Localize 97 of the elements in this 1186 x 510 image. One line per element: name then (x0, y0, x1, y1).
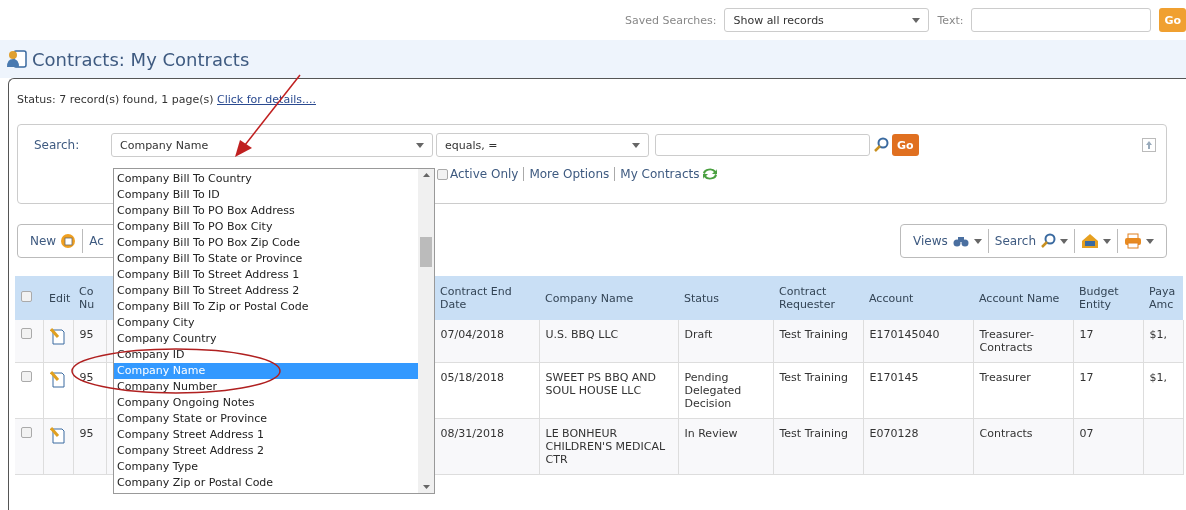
search-icon (873, 137, 889, 153)
operator-select[interactable]: equals, = (436, 133, 649, 157)
table-cell: E170145040 (863, 320, 973, 363)
dropdown-option[interactable]: Company Bill To PO Box Zip Code (114, 235, 418, 251)
column-header[interactable]: Paya Amc (1143, 276, 1183, 320)
active-only-checkbox[interactable] (437, 168, 448, 180)
row-checkbox[interactable] (21, 371, 32, 382)
table-cell: 17 (1073, 362, 1143, 419)
toolbar-button[interactable]: Views (907, 229, 988, 253)
table-cell: 95 (73, 418, 106, 475)
table-cell: Treasurer (973, 362, 1073, 419)
table-cell: U.S. BBQ LLC (539, 320, 678, 363)
contracts-icon (6, 48, 28, 70)
dropdown-option[interactable]: Company Bill To PO Box Address (114, 203, 418, 219)
dropdown-option[interactable]: Company Street Address 1 (114, 427, 418, 443)
table-cell: 07 (1073, 418, 1143, 475)
text-input[interactable] (971, 8, 1152, 32)
table-cell: Test Training (773, 320, 863, 363)
dropdown-option[interactable]: Company Ongoing Notes (114, 395, 418, 411)
house-icon (1081, 233, 1099, 249)
table-cell: E170145 (863, 362, 973, 419)
dropdown-option[interactable]: Company Type (114, 459, 418, 475)
table-cell: Treasurer-Contracts (973, 320, 1073, 363)
dropdown-option[interactable]: Company Street Address 2 (114, 443, 418, 459)
scroll-down-icon[interactable] (422, 485, 430, 489)
caret-icon (1103, 238, 1111, 244)
dropdown-option[interactable]: Company State or Province (114, 411, 418, 427)
dropdown-option[interactable]: Company Zip or Postal Code (114, 475, 418, 491)
column-header[interactable]: Edit (43, 276, 73, 320)
toolbar-button[interactable]: New (24, 229, 83, 253)
caret-icon (973, 238, 982, 244)
caret-icon (1060, 238, 1068, 244)
edit-icon[interactable] (49, 328, 66, 346)
select-all-checkbox[interactable] (21, 291, 32, 302)
dropdown-option[interactable]: Company ID (114, 347, 418, 363)
dropdown-option[interactable]: Company Bill To Street Address 1 (114, 267, 418, 283)
table-cell: Pending Delegated Decision (678, 362, 773, 419)
column-header[interactable]: Contract Requester (773, 276, 863, 320)
dropdown-option[interactable]: Company Bill To Zip or Postal Code (114, 299, 418, 315)
table-cell: 08/31/2018 (434, 418, 539, 475)
table-cell: Test Training (773, 418, 863, 475)
text-label: Text: (937, 13, 964, 27)
dropdown-option[interactable]: Company Bill To Street Address 2 (114, 283, 418, 299)
dropdown-option[interactable]: Company City (114, 315, 418, 331)
row-checkbox[interactable] (21, 427, 32, 438)
table-cell: 17 (1073, 320, 1143, 363)
dropdown-option[interactable]: Company Bill To Country (114, 171, 418, 187)
column-header[interactable]: Company Name (539, 276, 678, 320)
dropdown-caret-icon (912, 17, 921, 23)
saved-searches-select[interactable]: Show all records (724, 8, 930, 32)
dropdown-option[interactable]: Company Bill To ID (114, 187, 418, 203)
dropdown-option[interactable]: Company Bill To State or Province (114, 251, 418, 267)
column-header[interactable]: Budget Entity (1073, 276, 1143, 320)
page-title: Contracts: My Contracts (32, 48, 250, 70)
dropdown-option[interactable]: Company Country (114, 331, 418, 347)
saved-searches-label: Saved Searches: (624, 13, 717, 27)
scrollbar[interactable] (418, 169, 434, 493)
table-cell: 07/04/2018 (434, 320, 539, 363)
table-cell: Test Training (773, 362, 863, 419)
dropdown-caret-icon (416, 142, 424, 148)
column-header[interactable]: Co Nu (73, 276, 106, 320)
refresh-icon (701, 167, 720, 181)
table-cell: Contracts (973, 418, 1073, 475)
table-cell: LE BONHEUR CHILDREN'S MEDICAL CTR (539, 418, 678, 475)
toolbar-button[interactable]: Search (987, 229, 1074, 253)
table-cell: SWEET PS BBQ AND SOUL HOUSE LLC (539, 362, 678, 419)
table-cell: $1, (1143, 320, 1183, 363)
binoculars-icon (951, 235, 970, 247)
edit-icon[interactable] (49, 427, 66, 445)
dropdown-option[interactable]: Company Bill To PO Box City (114, 219, 418, 235)
filter-link[interactable]: My Contracts (620, 167, 700, 181)
search-value-input[interactable] (655, 134, 870, 156)
field-select[interactable]: Company Name (111, 133, 433, 157)
scroll-up-icon[interactable] (422, 173, 430, 177)
table-cell: In Review (678, 418, 773, 475)
add-circle-icon (60, 233, 77, 249)
dropdown-option[interactable]: Company Number (114, 379, 418, 395)
search-label: Search: (34, 138, 81, 152)
column-header[interactable]: Status (678, 276, 773, 320)
column-header[interactable]: Account (863, 276, 973, 320)
filter-link[interactable]: More Options (529, 167, 610, 181)
edit-icon[interactable] (49, 371, 66, 389)
caret-icon (1146, 238, 1154, 244)
filter-label: Active Only (450, 167, 519, 181)
table-cell: 95 (73, 320, 106, 363)
toolbar-button[interactable]: Ac (82, 229, 110, 253)
dropdown-caret-icon (632, 142, 640, 148)
scrollbar-thumb[interactable] (420, 237, 432, 267)
printer-icon (1124, 233, 1142, 249)
search-icon (1040, 233, 1056, 249)
collapse-icon[interactable] (1142, 138, 1156, 152)
column-header[interactable]: Contract End Date (434, 276, 539, 320)
column-header[interactable]: Account Name (973, 276, 1073, 320)
row-checkbox[interactable] (21, 328, 32, 339)
table-cell: E070128 (863, 418, 973, 475)
table-cell: $1, (1143, 362, 1183, 419)
table-cell: Draft (678, 320, 773, 363)
